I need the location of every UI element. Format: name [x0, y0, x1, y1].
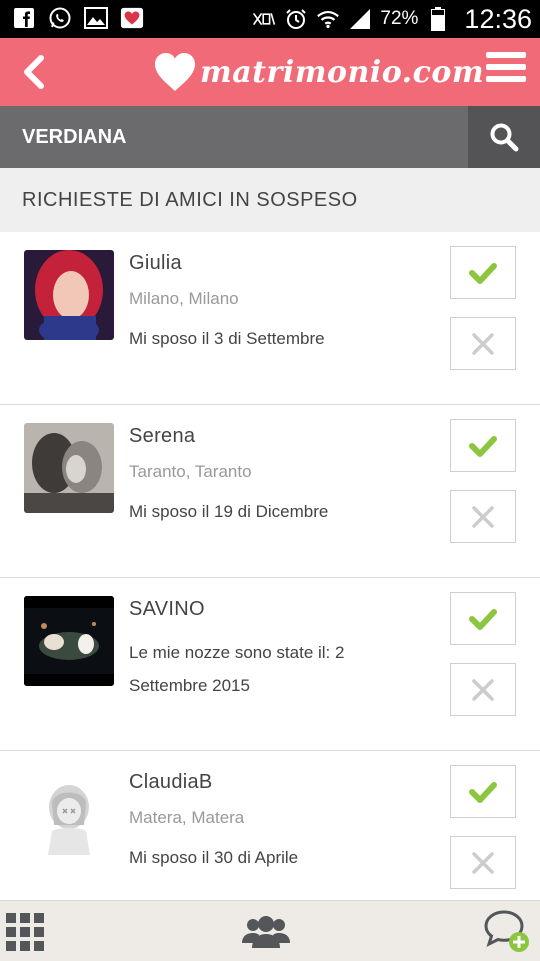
- grid-icon: [6, 913, 44, 951]
- new-message-button[interactable]: [484, 909, 530, 957]
- check-icon: [469, 435, 497, 457]
- requester-location: Matera, Matera: [129, 808, 245, 827]
- current-user-name: VERDIANA: [22, 126, 127, 148]
- clock: 12:36: [464, 3, 532, 34]
- nfc-icon: [252, 7, 276, 31]
- logo: matrimonio.com: [152, 46, 484, 98]
- alarm-icon: [284, 7, 308, 31]
- back-button[interactable]: [10, 48, 58, 96]
- avatar-placeholder[interactable]: [24, 769, 114, 859]
- menu-button[interactable]: [486, 52, 526, 92]
- requester-name[interactable]: SAVINO: [129, 598, 205, 621]
- search-icon: [490, 123, 519, 152]
- close-icon: [472, 332, 494, 355]
- requester-name[interactable]: Giulia: [129, 252, 182, 275]
- battery-icon: [426, 7, 450, 31]
- status-bar: 72% 12:36: [0, 0, 540, 38]
- menu-line: [486, 64, 526, 70]
- accept-button[interactable]: [450, 419, 516, 472]
- list-item: SAVINO Le mie nozze sono state il: 2 Set…: [0, 578, 540, 751]
- chat-add-icon: [484, 910, 529, 952]
- users-icon: [242, 916, 290, 948]
- reject-button[interactable]: [450, 836, 516, 889]
- system-status: 72% 12:36: [252, 0, 532, 38]
- section-title: RICHIESTE DI AMICI IN SOSPESO: [22, 189, 358, 211]
- requester-name[interactable]: ClaudiaB: [129, 771, 213, 794]
- whatsapp-icon: [48, 6, 72, 30]
- close-icon: [472, 678, 494, 701]
- accept-button[interactable]: [450, 592, 516, 645]
- apps-grid-button[interactable]: [6, 913, 44, 951]
- requester-location: Taranto, Taranto: [129, 462, 252, 481]
- list-item: ClaudiaB Matera, Matera Mi sposo il 30 d…: [0, 751, 540, 924]
- avatar[interactable]: [24, 423, 114, 513]
- notification-icons: [12, 6, 144, 30]
- battery-percent: 72%: [380, 8, 419, 29]
- requester-location: Milano, Milano: [129, 289, 239, 308]
- signal-icon: [348, 7, 372, 31]
- section-header: RICHIESTE DI AMICI IN SOSPESO: [0, 168, 540, 232]
- friends-button[interactable]: [242, 915, 290, 953]
- accept-button[interactable]: [450, 765, 516, 818]
- logo-text: matrimonio.com: [200, 54, 485, 90]
- heart-app-icon: [120, 6, 144, 30]
- list-item: Serena Taranto, Taranto Mi sposo il 19 d…: [0, 405, 540, 578]
- list-item: Giulia Milano, Milano Mi sposo il 3 di S…: [0, 232, 540, 405]
- gallery-icon: [84, 6, 108, 30]
- close-icon: [472, 851, 494, 874]
- reject-button[interactable]: [450, 663, 516, 716]
- wedding-date: Mi sposo il 30 di Aprile: [129, 848, 299, 867]
- app-header: matrimonio.com: [0, 38, 540, 106]
- wedding-date: Mi sposo il 19 di Dicembre: [129, 502, 329, 521]
- check-icon: [469, 262, 497, 284]
- avatar[interactable]: [24, 596, 114, 686]
- check-icon: [469, 608, 497, 630]
- avatar[interactable]: [24, 250, 114, 340]
- menu-line: [486, 76, 526, 82]
- close-icon: [472, 505, 494, 528]
- wedding-date: Le mie nozze sono state il: 2 Settembre …: [129, 643, 345, 695]
- menu-line: [486, 52, 526, 58]
- wedding-date: Mi sposo il 3 di Settembre: [129, 329, 325, 348]
- chevron-left-icon: [24, 55, 44, 89]
- accept-button[interactable]: [450, 246, 516, 299]
- heart-logo-icon: [155, 53, 195, 91]
- wifi-icon: [316, 7, 340, 31]
- reject-button[interactable]: [450, 490, 516, 543]
- bottom-nav-bar: [0, 900, 540, 961]
- search-button[interactable]: [468, 106, 540, 168]
- check-icon: [469, 781, 497, 803]
- facebook-icon: [12, 6, 36, 30]
- reject-button[interactable]: [450, 317, 516, 370]
- requester-name[interactable]: Serena: [129, 425, 195, 448]
- friend-request-list: Giulia Milano, Milano Mi sposo il 3 di S…: [0, 232, 540, 924]
- user-bar: VERDIANA: [0, 106, 540, 168]
